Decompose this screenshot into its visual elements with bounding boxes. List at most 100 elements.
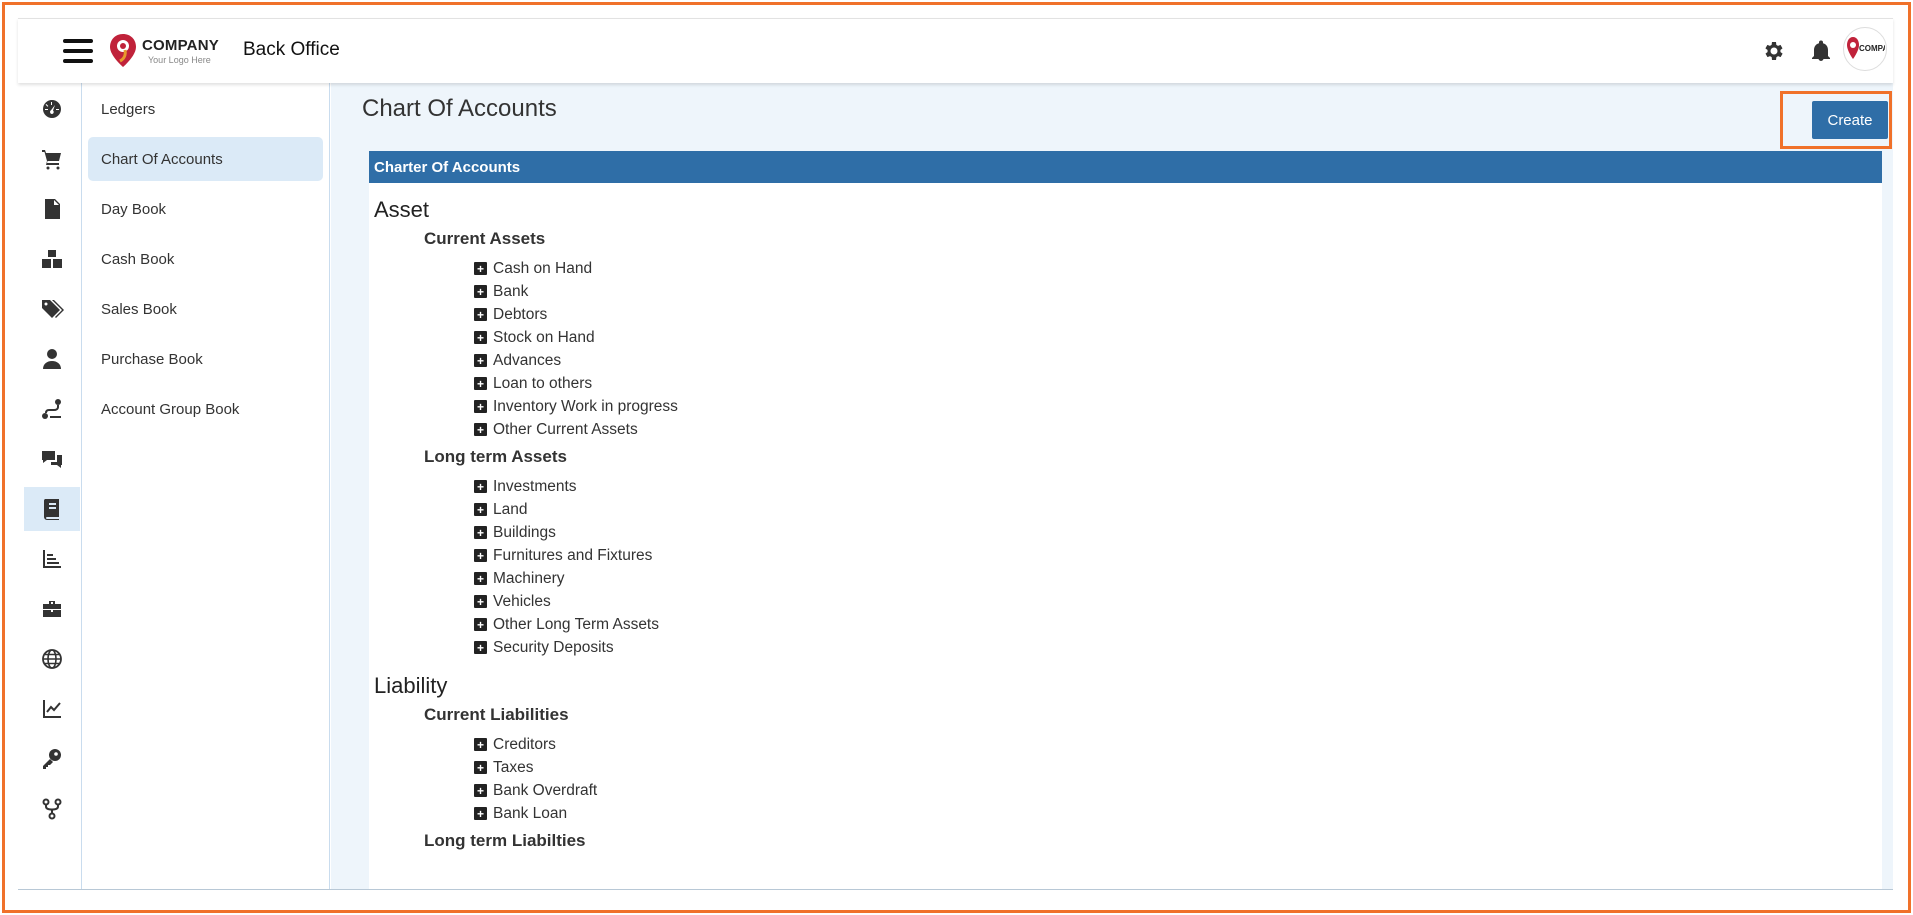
account-leaf-label: Investments (493, 477, 577, 495)
panel-header: Charter Of Accounts (369, 151, 1882, 183)
subnav-item-ledgers[interactable]: Ledgers (88, 87, 323, 131)
expand-plus-icon[interactable]: + (474, 308, 487, 321)
expand-plus-icon[interactable]: + (474, 618, 487, 631)
expand-plus-icon[interactable]: + (474, 807, 487, 820)
expand-plus-icon[interactable]: + (474, 331, 487, 344)
avatar-text: COMPANY (1859, 44, 1885, 53)
subnav-item-purchase-book[interactable]: Purchase Book (88, 337, 323, 381)
account-leaf-label: Buildings (493, 523, 556, 541)
expand-plus-icon[interactable]: + (474, 738, 487, 751)
expand-plus-icon[interactable]: + (474, 595, 487, 608)
account-leaf-item[interactable]: + Other Current Assets (374, 418, 1882, 441)
expand-plus-icon[interactable]: + (474, 285, 487, 298)
icon-rail (18, 83, 82, 889)
account-leaf-item[interactable]: + Advances (374, 349, 1882, 372)
expand-plus-icon[interactable]: + (474, 761, 487, 774)
account-leaf-item[interactable]: + Security Deposits (374, 636, 1882, 659)
account-leaf-label: Advances (493, 351, 562, 369)
app-title: Back Office (243, 39, 340, 60)
toolbox-icon[interactable] (24, 587, 80, 631)
account-leaf-label: Furnitures and Fixtures (493, 546, 653, 564)
account-leaf-item[interactable]: + Buildings (374, 521, 1882, 544)
chat-icon[interactable] (24, 437, 80, 481)
account-leaf-label: Creditors (493, 735, 556, 753)
account-leaf-item[interactable]: + Furnitures and Fixtures (374, 544, 1882, 567)
subnav-item-cash-book[interactable]: Cash Book (88, 237, 323, 281)
globe-icon[interactable] (24, 637, 80, 681)
expand-plus-icon[interactable]: + (474, 423, 487, 436)
menu-icon[interactable] (63, 39, 93, 65)
account-leaf-item[interactable]: + Inventory Work in progress (374, 395, 1882, 418)
book-icon[interactable] (24, 487, 80, 531)
account-leaf-item[interactable]: + Vehicles (374, 590, 1882, 613)
logo-tagline: Your Logo Here (148, 54, 211, 65)
expand-plus-icon[interactable]: + (474, 784, 487, 797)
accounts-panel: Charter Of Accounts Asset Current Assets +… (369, 151, 1882, 889)
top-bar: COMPANY Your Logo Here Back Office COMPA… (18, 18, 1893, 83)
boxes-icon[interactable] (24, 237, 80, 281)
expand-plus-icon[interactable]: + (474, 262, 487, 275)
bottom-divider (18, 889, 1893, 890)
avatar[interactable]: COMPANY (1843, 27, 1887, 71)
account-leaf-item[interactable]: + Creditors (374, 733, 1882, 756)
avatar-logo-icon: COMPANY (1847, 37, 1885, 59)
expand-plus-icon[interactable]: + (474, 526, 487, 539)
sub-navigation: Ledgers Chart Of Accounts Day Book Cash … (82, 83, 330, 889)
tags-icon[interactable] (24, 287, 80, 331)
account-leaf-item[interactable]: + Land (374, 498, 1882, 521)
fork-icon[interactable] (24, 787, 80, 831)
subnav-item-account-group-book[interactable]: Account Group Book (88, 387, 323, 431)
bar-chart-icon[interactable] (24, 537, 80, 581)
account-leaf-label: Bank (493, 282, 529, 300)
account-subgroup-title: Long term Liabilties (424, 831, 586, 850)
account-leaf-item[interactable]: + Loan to others (374, 372, 1882, 395)
company-logo[interactable]: COMPANY Your Logo Here (108, 31, 248, 71)
gear-icon[interactable] (1761, 39, 1785, 63)
subnav-item-chart-of-accounts[interactable]: Chart Of Accounts (88, 137, 323, 181)
account-leaf-item[interactable]: + Bank (374, 280, 1882, 303)
account-leaf-item[interactable]: + Taxes (374, 756, 1882, 779)
subnav-item-sales-book[interactable]: Sales Book (88, 287, 323, 331)
main-content: Chart Of Accounts Create Charter Of Acco… (331, 83, 1893, 889)
account-leaf-label: Inventory Work in progress (493, 397, 678, 415)
account-leaf-item[interactable]: + Investments (374, 475, 1882, 498)
account-leaf-label: Other Current Assets (493, 420, 638, 438)
expand-plus-icon[interactable]: + (474, 549, 487, 562)
subnav-item-day-book[interactable]: Day Book (88, 187, 323, 231)
account-leaf-item[interactable]: + Bank Loan (374, 802, 1882, 825)
key-icon[interactable] (24, 737, 80, 781)
account-leaf-label: Machinery (493, 569, 565, 587)
logo-name: COMPANY (142, 36, 219, 54)
account-leaf-label: Land (493, 500, 528, 518)
route-icon[interactable] (24, 387, 80, 431)
account-leaf-label: Bank Loan (493, 804, 568, 822)
account-subgroup-title: Current Liabilities (424, 705, 569, 724)
expand-plus-icon[interactable]: + (474, 480, 487, 493)
logo-pin-icon (110, 34, 136, 67)
expand-plus-icon[interactable]: + (474, 377, 487, 390)
account-leaf-label: Other Long Term Assets (493, 615, 659, 633)
account-leaf-item[interactable]: + Machinery (374, 567, 1882, 590)
account-group-title: Liability (374, 673, 448, 698)
user-icon[interactable] (24, 337, 80, 381)
cart-icon[interactable] (24, 137, 80, 181)
dashboard-icon[interactable] (24, 87, 80, 131)
account-leaf-item[interactable]: + Debtors (374, 303, 1882, 326)
line-chart-icon[interactable] (24, 687, 80, 731)
expand-plus-icon[interactable]: + (474, 572, 487, 585)
invoice-icon[interactable] (24, 187, 80, 231)
account-leaf-item[interactable]: + Bank Overdraft (374, 779, 1882, 802)
account-leaf-item[interactable]: + Other Long Term Assets (374, 613, 1882, 636)
expand-plus-icon[interactable]: + (474, 503, 487, 516)
create-button[interactable]: Create (1812, 101, 1888, 139)
expand-plus-icon[interactable]: + (474, 400, 487, 413)
bell-icon[interactable] (1809, 39, 1833, 63)
account-subgroup-title: Long term Assets (424, 447, 567, 466)
account-leaf-item[interactable]: + Cash on Hand (374, 257, 1882, 280)
expand-plus-icon[interactable]: + (474, 641, 487, 654)
account-leaf-item[interactable]: + Stock on Hand (374, 326, 1882, 349)
account-leaf-label: Vehicles (493, 592, 551, 610)
accounts-tree: Asset Current Assets + Cash on Hand + Bank + De… (369, 197, 1882, 851)
expand-plus-icon[interactable]: + (474, 354, 487, 367)
account-leaf-label: Loan to others (493, 374, 593, 392)
